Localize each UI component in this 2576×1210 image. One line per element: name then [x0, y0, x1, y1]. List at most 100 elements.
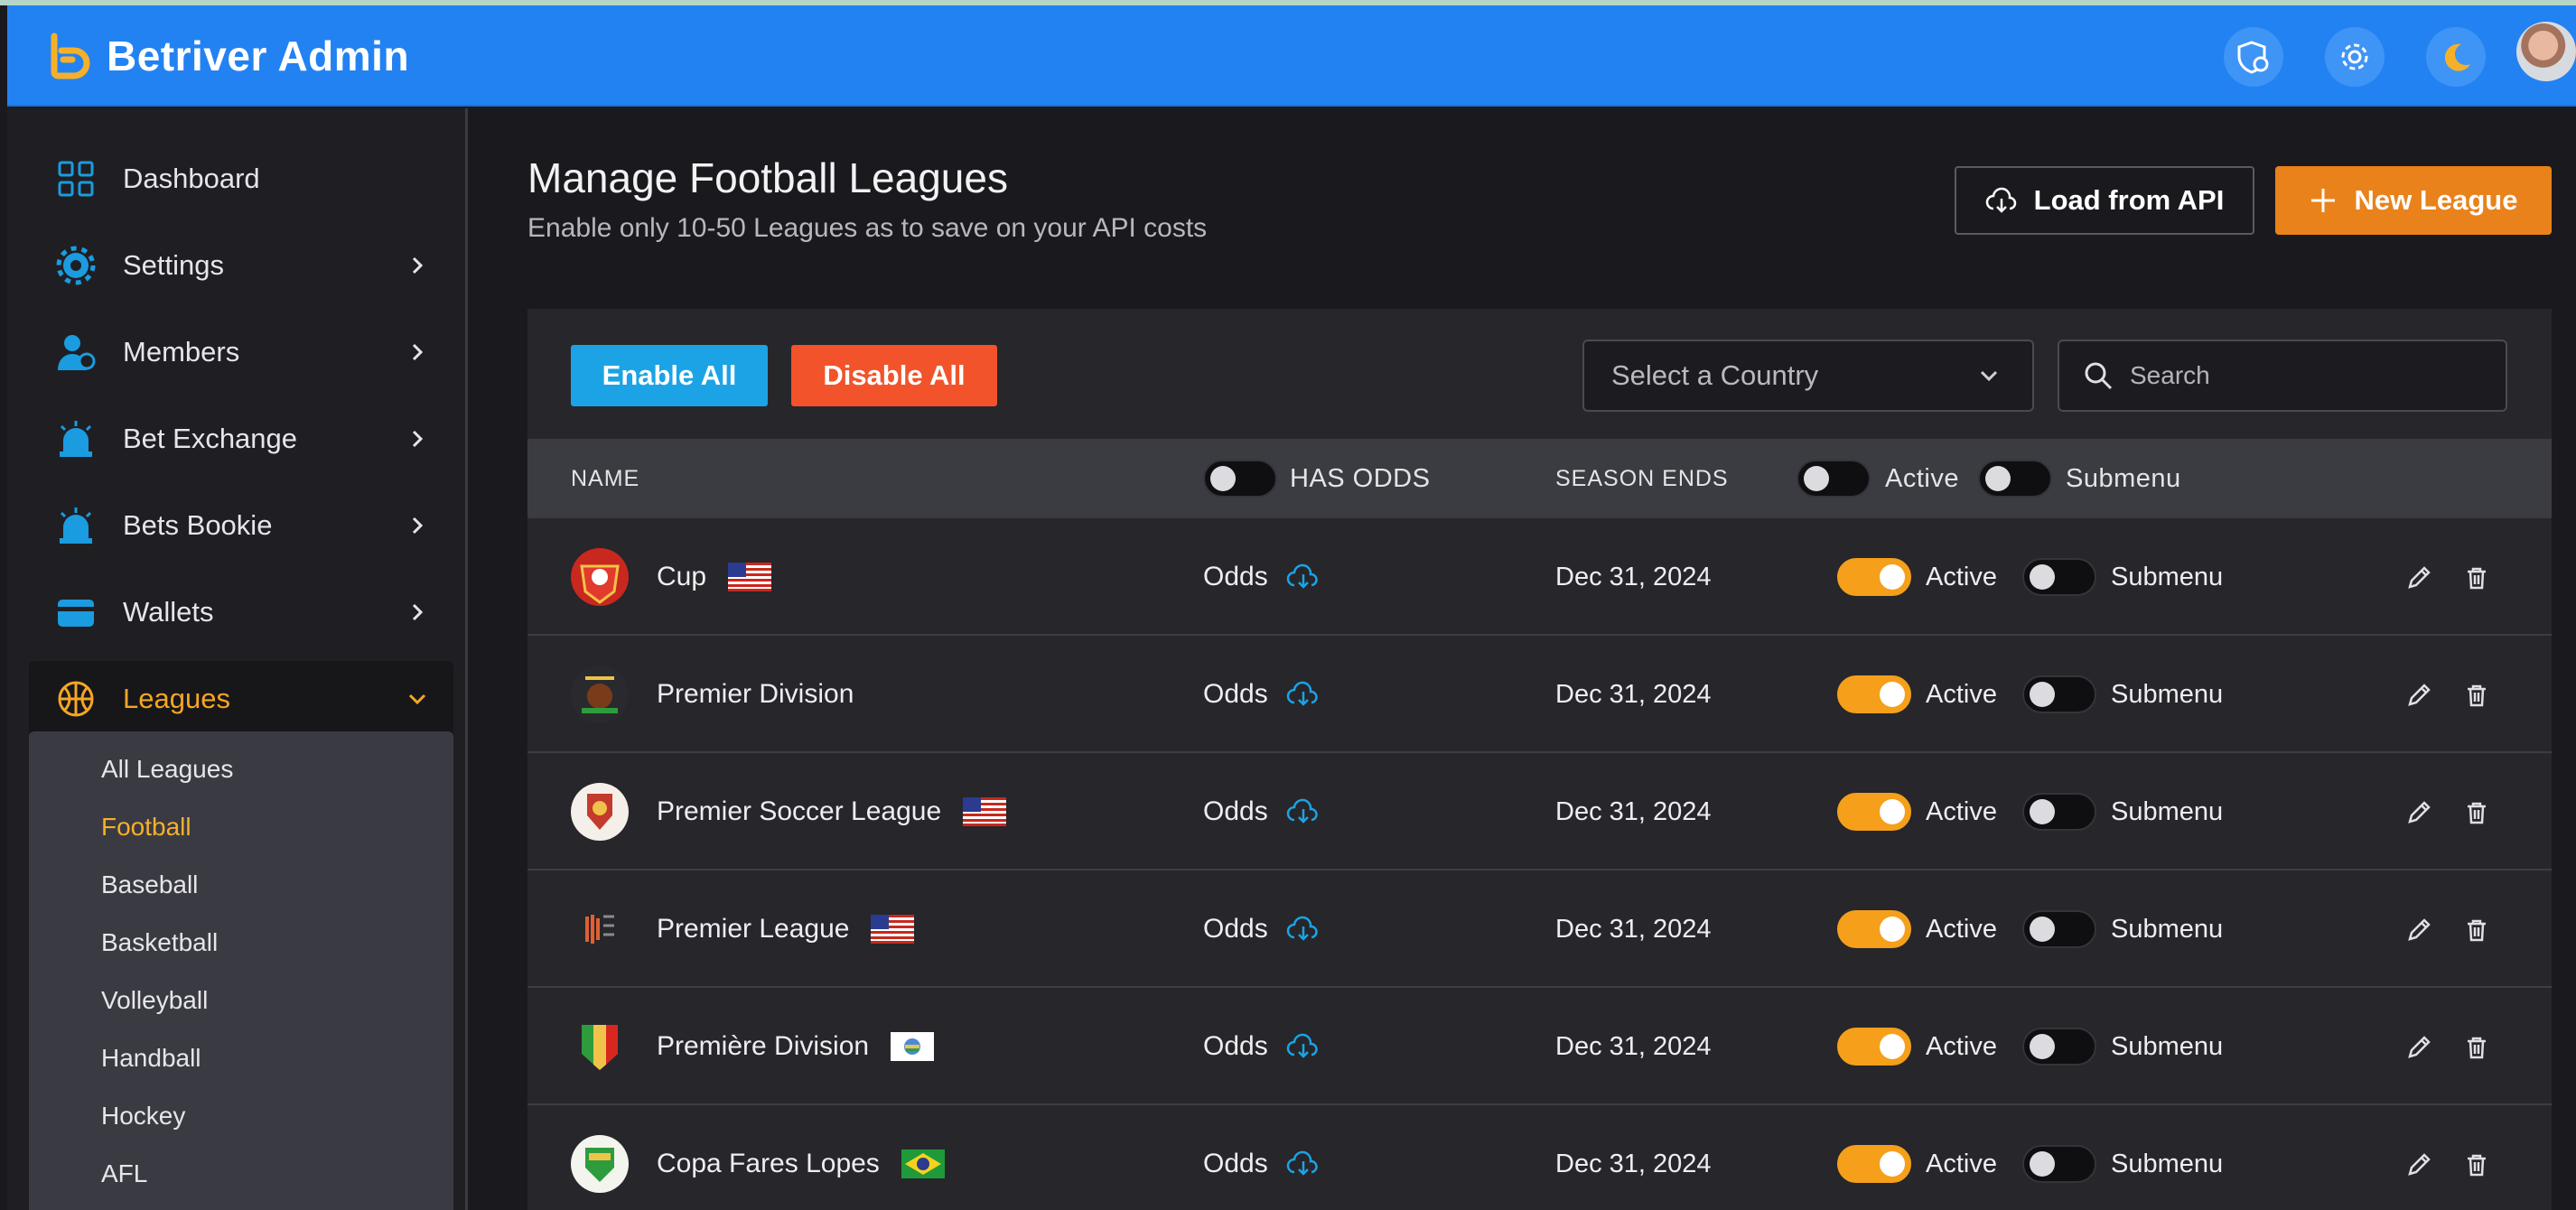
theme-toggle-button[interactable]	[2426, 27, 2486, 87]
league-name-cell: Cup	[657, 518, 772, 636]
sidebar: Dashboard Settings Members Bet Exchange …	[7, 108, 468, 1210]
app-title: Betriver Admin	[107, 33, 410, 79]
column-header-season-ends[interactable]: SEASON ENDS	[1555, 439, 1729, 518]
avatar[interactable]	[2516, 22, 2576, 81]
toggle-knob	[1880, 564, 1905, 590]
submenu-item-hockey[interactable]: Hockey	[101, 1102, 185, 1131]
toggle-knob	[1985, 466, 2011, 491]
toggle-knob	[1880, 917, 1905, 942]
submenu-toggle[interactable]	[2022, 1145, 2096, 1183]
submenu-item-volleyball[interactable]: Volleyball	[101, 986, 208, 1015]
submenu-toggle[interactable]	[2022, 675, 2096, 713]
load-from-api-button[interactable]: Load from API	[1955, 166, 2254, 235]
trash-icon[interactable]	[2462, 1033, 2491, 1062]
odds-cell[interactable]: Odds	[1203, 1105, 1321, 1210]
sidebar-item-leagues[interactable]: Leagues	[29, 661, 453, 737]
odds-cell[interactable]: Odds	[1203, 518, 1321, 636]
toggle-knob	[1880, 1151, 1905, 1177]
sidebar-item-bets-bookie[interactable]: Bets Bookie	[29, 488, 453, 563]
pencil-icon[interactable]	[2404, 1033, 2433, 1062]
cloud-download-icon[interactable]	[1286, 681, 1321, 708]
chevron-right-icon	[412, 256, 424, 275]
new-league-button[interactable]: New League	[2275, 166, 2552, 235]
submenu-item-football[interactable]: Football	[101, 813, 191, 842]
flag-icon	[963, 797, 1007, 826]
active-toggle[interactable]	[1837, 675, 1911, 713]
enable-all-button[interactable]: Enable All	[571, 345, 768, 406]
sidebar-item-label: Bet Exchange	[123, 423, 298, 454]
sidebar-item-wallets[interactable]: Wallets	[29, 574, 453, 650]
load-from-api-label: Load from API	[2033, 184, 2225, 216]
league-logo	[569, 1016, 630, 1077]
flag-icon	[891, 1032, 935, 1061]
has-odds-filter-toggle[interactable]	[1203, 460, 1277, 498]
pencil-icon[interactable]	[2404, 681, 2433, 710]
trash-icon[interactable]	[2462, 681, 2491, 710]
submenu-toggle[interactable]	[2022, 910, 2096, 948]
cloud-download-icon[interactable]	[1286, 1150, 1321, 1177]
submenu-item-baseball[interactable]: Baseball	[101, 870, 198, 899]
sidebar-item-label: Members	[123, 336, 240, 368]
active-toggle[interactable]	[1837, 1028, 1911, 1066]
active-filter-toggle[interactable]	[1797, 460, 1871, 498]
settings-button[interactable]	[2325, 27, 2385, 87]
disable-all-button[interactable]: Disable All	[791, 345, 997, 406]
submenu-label: Submenu	[2111, 1031, 2224, 1061]
flag-icon	[728, 563, 772, 591]
pencil-icon[interactable]	[2404, 1150, 2433, 1179]
page-subtitle: Enable only 10-50 Leagues as to save on …	[527, 213, 1208, 243]
active-toggle[interactable]	[1837, 558, 1911, 596]
submenu-item-all-leagues[interactable]: All Leagues	[101, 755, 233, 784]
active-toggle[interactable]	[1837, 910, 1911, 948]
pencil-icon[interactable]	[2404, 798, 2433, 827]
search-box[interactable]	[2058, 340, 2507, 412]
cloud-download-icon[interactable]	[1286, 798, 1321, 825]
odds-cell[interactable]: Odds	[1203, 870, 1321, 988]
sidebar-item-members[interactable]: Members	[29, 314, 453, 390]
sidebar-item-bet-exchange[interactable]: Bet Exchange	[29, 401, 453, 477]
new-league-label: New League	[2354, 184, 2518, 216]
leagues-table-card: Enable All Disable All Select a Country …	[527, 309, 2552, 1210]
shield-button[interactable]	[2224, 27, 2283, 87]
submenu-item-handball[interactable]: Handball	[101, 1044, 201, 1073]
season-ends-cell: Dec 31, 2024	[1555, 562, 1712, 591]
submenu-item-basketball[interactable]: Basketball	[101, 928, 218, 957]
odds-cell[interactable]: Odds	[1203, 636, 1321, 753]
toggle-knob	[2030, 682, 2055, 707]
odds-cell[interactable]: Odds	[1203, 988, 1321, 1105]
pencil-icon[interactable]	[2404, 563, 2433, 592]
wallet-icon	[58, 600, 94, 627]
trash-icon[interactable]	[2462, 563, 2491, 592]
search-input[interactable]	[2130, 361, 2473, 390]
trash-icon[interactable]	[2462, 798, 2491, 827]
table-header: NAME HAS ODDS SEASON ENDS Active Submenu	[527, 439, 2552, 518]
sidebar-item-dashboard[interactable]: Dashboard	[29, 141, 453, 217]
league-name-cell: Copa Fares Lopes	[657, 1105, 945, 1210]
trash-icon[interactable]	[2462, 1150, 2491, 1179]
submenu-toggle[interactable]	[2022, 1028, 2096, 1066]
trash-icon[interactable]	[2462, 916, 2491, 945]
league-name: Cup	[657, 562, 707, 591]
chevron-right-icon	[412, 430, 424, 448]
brand[interactable]: Betriver Admin	[43, 31, 409, 81]
plus-icon	[2310, 189, 2335, 212]
cloud-download-icon[interactable]	[1286, 1033, 1321, 1060]
active-toggle[interactable]	[1837, 1145, 1911, 1183]
submenu-filter-toggle[interactable]	[1978, 460, 2052, 498]
season-ends-cell: Dec 31, 2024	[1555, 796, 1712, 826]
odds-cell[interactable]: Odds	[1203, 753, 1321, 870]
submenu-item-afl[interactable]: AFL	[101, 1159, 147, 1188]
cloud-download-icon[interactable]	[1286, 563, 1321, 591]
shield-icon	[2237, 41, 2269, 74]
sidebar-item-label: Leagues	[123, 683, 230, 714]
pencil-icon[interactable]	[2404, 916, 2433, 945]
submenu-toggle[interactable]	[2022, 793, 2096, 831]
brand-logo-icon	[51, 33, 90, 79]
cloud-download-icon[interactable]	[1286, 916, 1321, 943]
column-header-name[interactable]: NAME	[571, 439, 639, 518]
submenu-toggle[interactable]	[2022, 558, 2096, 596]
active-toggle[interactable]	[1837, 793, 1911, 831]
toggle-knob	[1880, 1034, 1905, 1059]
sidebar-item-settings[interactable]: Settings	[29, 228, 453, 303]
country-select[interactable]: Select a Country	[1582, 340, 2034, 412]
